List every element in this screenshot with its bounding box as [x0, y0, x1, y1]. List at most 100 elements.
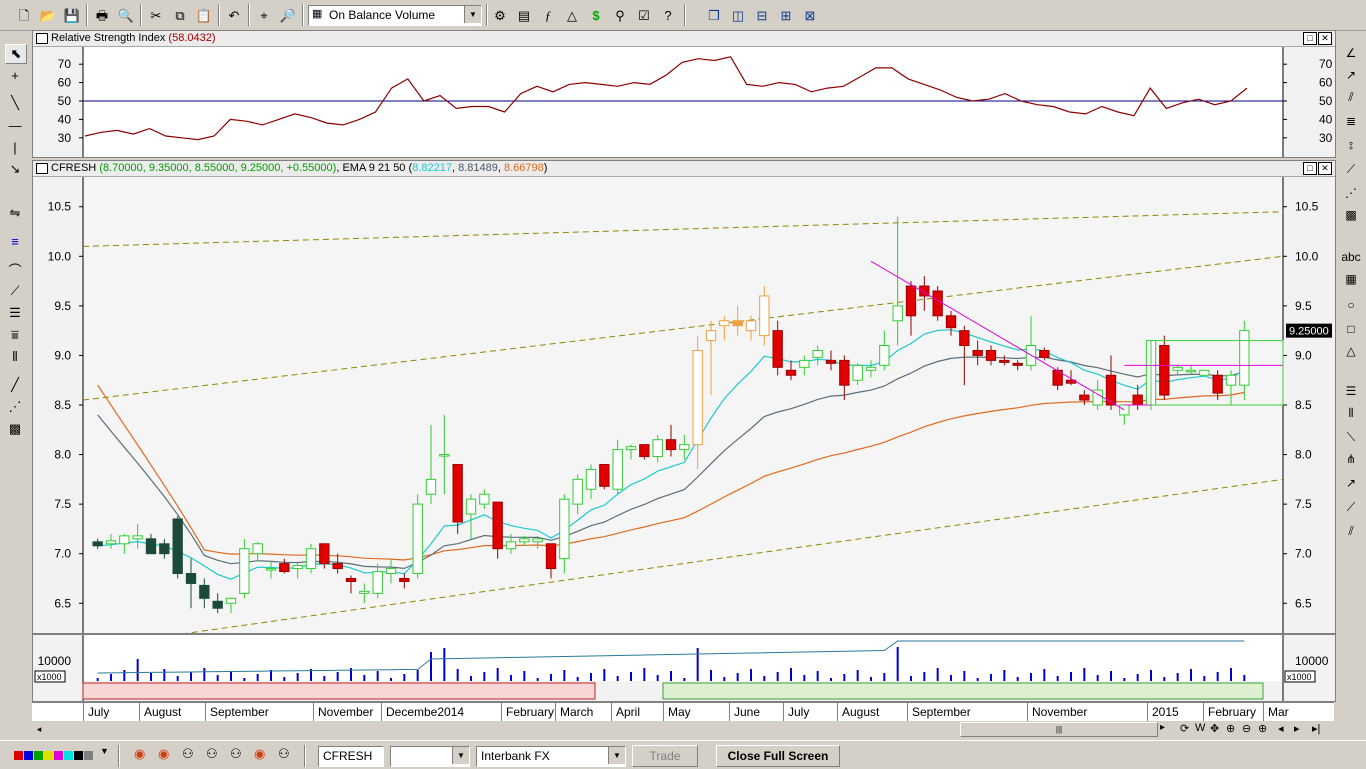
- zoom-in-icon[interactable]: ⊕: [1226, 722, 1235, 735]
- candle-body: [799, 359, 810, 368]
- function-icon[interactable]: ƒ: [538, 5, 558, 25]
- fib-time-icon[interactable]: ⦀: [1341, 404, 1361, 422]
- angle-tool-icon[interactable]: ∠: [1341, 44, 1361, 62]
- browser-icon[interactable]: ◉: [158, 746, 169, 762]
- tile-horizontal-icon[interactable]: ⊟: [752, 5, 772, 25]
- palette-chevron-icon[interactable]: ▼: [100, 746, 109, 756]
- ray-tool-icon[interactable]: ↗: [1341, 66, 1361, 84]
- last-bar-icon[interactable]: ▸: [1294, 722, 1300, 735]
- indicator-select[interactable]: ▦ On Balance Volume ▼: [308, 5, 482, 26]
- weekly-icon[interactable]: W: [1195, 722, 1205, 734]
- cascade-windows-icon[interactable]: ❐: [704, 5, 724, 25]
- close-icon[interactable]: ✕: [1318, 162, 1332, 175]
- datafeed-select[interactable]: Interbank FX ▼: [476, 746, 626, 767]
- maximize-icon[interactable]: □: [1303, 162, 1317, 175]
- scroll-left-icon[interactable]: ◂: [32, 723, 46, 736]
- trendline-tool-icon[interactable]: ╲: [5, 94, 25, 112]
- trade-button[interactable]: Trade: [632, 745, 698, 767]
- crosshair-icon[interactable]: ⌖: [254, 5, 274, 25]
- zoom-all-icon[interactable]: ⊕: [1258, 722, 1267, 735]
- tile-grid-icon[interactable]: ⊞: [776, 5, 796, 25]
- andrews-pitchfork-icon[interactable]: ⋔: [1341, 450, 1361, 468]
- people-icon[interactable]: ⚇: [206, 746, 218, 762]
- gann-fan-icon[interactable]: ⋰: [5, 398, 25, 416]
- pattern-right-icon[interactable]: ▩: [1341, 206, 1361, 224]
- refresh-icon[interactable]: ⟳: [1180, 722, 1189, 735]
- arrow-tool-icon[interactable]: ↗: [1341, 474, 1361, 492]
- grid-check-icon[interactable]: ☑: [634, 5, 654, 25]
- people-icon[interactable]: ⚇: [278, 746, 290, 762]
- browser-icon[interactable]: ◉: [134, 746, 145, 762]
- dollar-icon[interactable]: $: [586, 5, 606, 25]
- triangle-up-tool-icon[interactable]: △: [1341, 342, 1361, 360]
- end-icon[interactable]: ▸|: [1312, 722, 1320, 735]
- pointer-icon[interactable]: ⬉: [5, 44, 27, 64]
- undo-icon[interactable]: ↶: [224, 5, 244, 25]
- timeframe-select[interactable]: ▼: [390, 746, 470, 767]
- help-icon[interactable]: ?: [658, 5, 678, 25]
- new-file-icon[interactable]: 🗋: [14, 5, 34, 25]
- print-preview-icon[interactable]: 🔍: [116, 5, 136, 25]
- color-palette[interactable]: [14, 745, 98, 765]
- chevron-down-icon[interactable]: ▼: [608, 747, 625, 764]
- gann-line-icon[interactable]: ╱: [5, 376, 25, 394]
- browser-icon[interactable]: ◉: [254, 746, 265, 762]
- save-icon[interactable]: 💾: [62, 5, 82, 25]
- fib-ext-icon[interactable]: ☰: [1341, 382, 1361, 400]
- month-label: August: [842, 705, 880, 719]
- chevron-down-icon[interactable]: ▼: [452, 747, 469, 764]
- panel-menu-icon[interactable]: [36, 33, 48, 44]
- time-zones-icon[interactable]: ⦀: [5, 348, 25, 366]
- text-tool-icon[interactable]: abc: [1341, 248, 1361, 266]
- vertical-line-icon[interactable]: |: [5, 138, 25, 156]
- rectangle-tool-icon[interactable]: □: [1341, 320, 1361, 338]
- fibonacci-retracement-icon[interactable]: ☰: [5, 304, 25, 322]
- horizontal-scrollbar[interactable]: ◂ ||| ▸ ⟳ W ✥ ⊕ ⊖ ⊕ ◂ ▸ ▸|: [32, 721, 1334, 738]
- arrow-line-icon[interactable]: ↘: [5, 160, 25, 178]
- people-icon[interactable]: ⚇: [230, 746, 242, 762]
- cycle-tool-icon[interactable]: ⦂: [1341, 136, 1361, 154]
- crosshair-tool-icon[interactable]: +: [5, 66, 25, 84]
- horizontal-line-icon[interactable]: —: [5, 116, 25, 134]
- template-icon[interactable]: ▤: [514, 5, 534, 25]
- close-icon[interactable]: ✕: [1318, 32, 1332, 45]
- channel-right-icon[interactable]: ⫽: [1341, 88, 1361, 106]
- fibonacci-levels-icon[interactable]: ⩸: [5, 326, 25, 344]
- gann-right-icon[interactable]: ⋰: [1341, 184, 1361, 202]
- open-folder-icon[interactable]: 📂: [38, 5, 58, 25]
- maximize-icon[interactable]: □: [1303, 32, 1317, 45]
- candle-body: [1225, 374, 1237, 386]
- fan-right-icon[interactable]: ⟋: [1341, 160, 1361, 178]
- panel-menu-icon[interactable]: [36, 163, 48, 174]
- ellipse-tool-icon[interactable]: ○: [1341, 296, 1361, 314]
- pattern-grid-icon[interactable]: ▩: [5, 420, 25, 438]
- binoculars-icon[interactable]: ⚲: [610, 5, 630, 25]
- fan-tool-icon[interactable]: ⟋: [5, 282, 25, 300]
- people-icon[interactable]: ⚇: [182, 746, 194, 762]
- arc-tool-icon[interactable]: ⌒: [5, 260, 25, 278]
- scroll-right-icon[interactable]: ▸: [1160, 722, 1172, 733]
- cut-icon[interactable]: ✂: [146, 5, 166, 25]
- arrange-icon[interactable]: ⊠: [800, 5, 820, 25]
- chevron-down-icon[interactable]: ▼: [464, 6, 481, 23]
- fib-right-icon[interactable]: ≣: [1341, 112, 1361, 130]
- scroll-thumb[interactable]: |||: [960, 722, 1158, 737]
- object-properties-icon[interactable]: ⚙: [490, 5, 510, 25]
- zoom-out-icon[interactable]: ⊖: [1242, 722, 1251, 735]
- speed-lines-icon[interactable]: ⟍: [1341, 428, 1361, 446]
- symbol-input[interactable]: CFRESH: [318, 746, 384, 767]
- raff-channel-icon[interactable]: ⫽: [1341, 522, 1361, 540]
- move-icon[interactable]: ✥: [1210, 722, 1219, 735]
- channel-tool-icon[interactable]: ⇋: [5, 204, 25, 222]
- table-tool-icon[interactable]: ▦: [1341, 270, 1361, 288]
- close-full-screen-button[interactable]: Close Full Screen: [716, 745, 840, 767]
- triangle-tool-icon[interactable]: △: [562, 5, 582, 25]
- print-icon[interactable]: 🖶: [92, 5, 112, 25]
- zoom-icon[interactable]: 🔎: [278, 5, 298, 25]
- regression-tool-icon[interactable]: ⟋: [1341, 498, 1361, 516]
- paste-icon[interactable]: 📋: [194, 5, 214, 25]
- parallel-lines-icon[interactable]: ≡: [5, 232, 25, 250]
- tile-vertical-icon[interactable]: ◫: [728, 5, 748, 25]
- first-bar-icon[interactable]: ◂: [1278, 722, 1284, 735]
- copy-icon[interactable]: ⧉: [170, 5, 190, 25]
